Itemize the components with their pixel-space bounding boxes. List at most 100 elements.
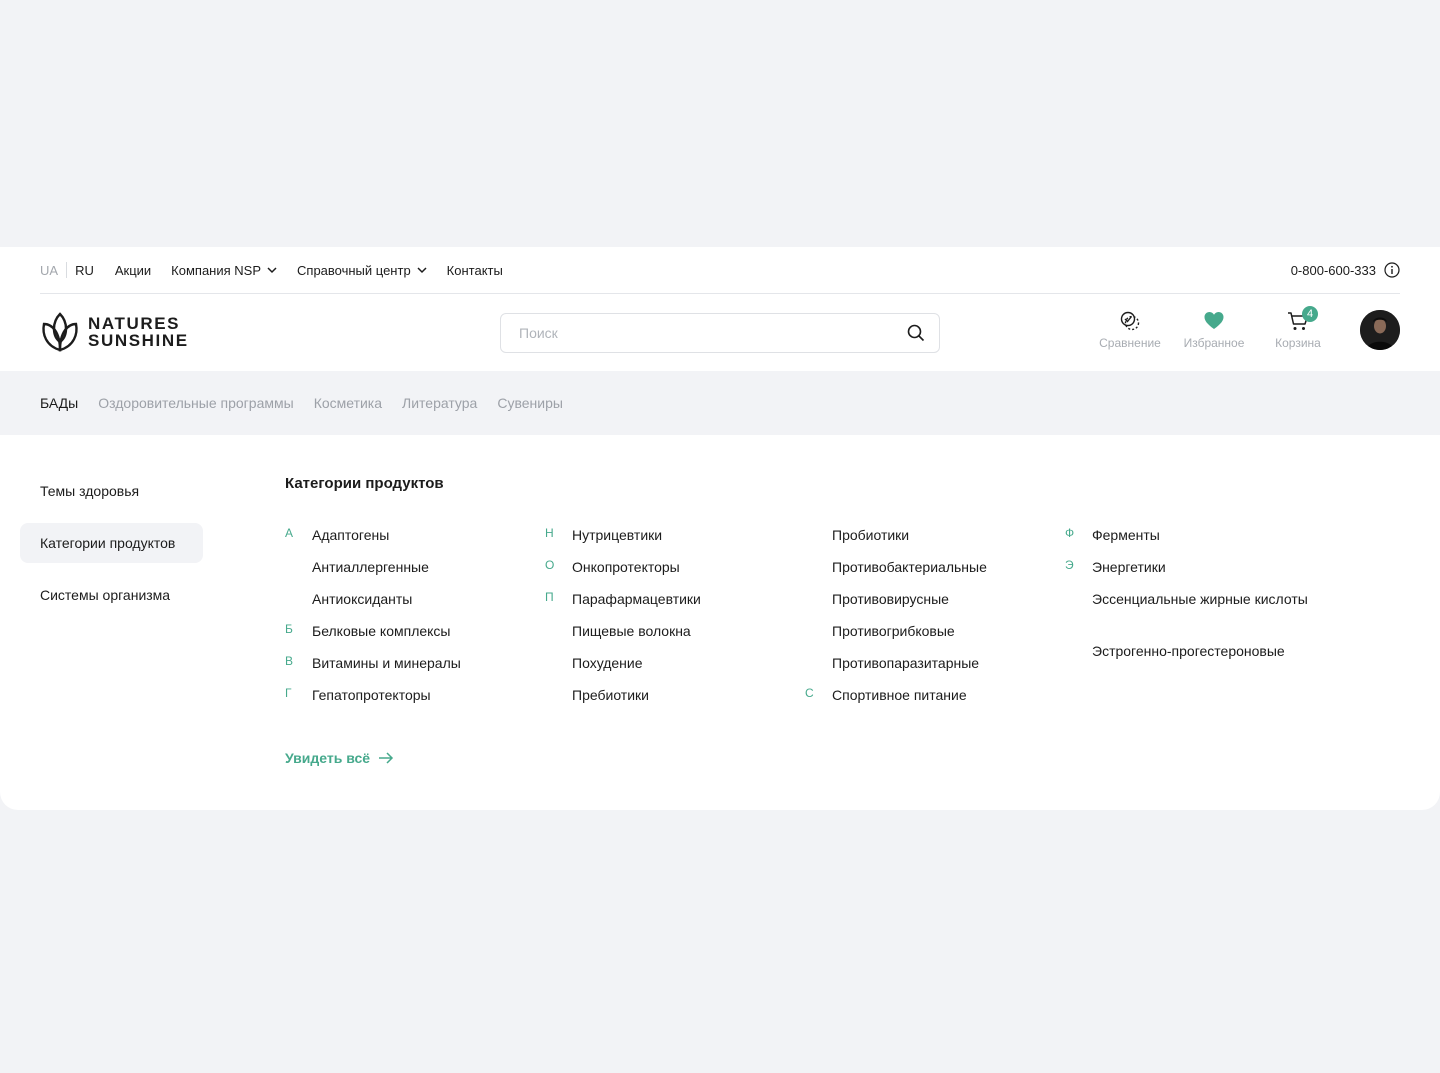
category-link[interactable]: Белковые комплексы xyxy=(312,623,451,639)
phone-block: 0-800-600-333 xyxy=(1291,262,1400,278)
tab-supplements[interactable]: БАДы xyxy=(40,395,78,411)
category-link[interactable]: Адаптогены xyxy=(312,527,389,543)
info-icon[interactable] xyxy=(1384,262,1400,278)
category-item[interactable]: Антиоксиданты xyxy=(312,589,552,621)
see-all-link[interactable]: Увидеть всё xyxy=(285,750,394,766)
category-column-2: Н Нутрицевтики О Онкопротекторы П Парафарма… xyxy=(545,525,812,717)
compare-button[interactable]: Сравнение xyxy=(1088,310,1172,350)
logo-line-1: NATURES xyxy=(88,314,181,333)
see-all-label: Увидеть всё xyxy=(285,750,371,766)
category-item[interactable]: Противогрибковые xyxy=(832,621,1072,653)
lang-ua[interactable]: UA xyxy=(40,263,58,278)
search-icon[interactable] xyxy=(907,324,925,342)
category-column-1: А Адаптогены Антиаллергенные Антиоксидант… xyxy=(285,525,552,717)
category-item[interactable]: Противовирусные xyxy=(832,589,1072,621)
cart-button[interactable]: 4 Корзина xyxy=(1256,306,1340,350)
link-promotions-label: Акции xyxy=(114,262,152,278)
category-link[interactable]: Антиоксиданты xyxy=(312,591,412,607)
category-link[interactable]: Эстрогенно-прогестероновые xyxy=(1092,643,1285,659)
submenu-sidebar: Темы здоровья Категории продуктов Систем… xyxy=(20,471,203,627)
tab-literature[interactable]: Литература xyxy=(402,395,477,411)
category-link[interactable]: Противобактериальные xyxy=(832,559,987,575)
arrow-right-icon xyxy=(379,752,394,764)
category-column-4: Ф Ферменты Э Энергетики Эссенциальные жирн… xyxy=(1065,525,1312,673)
category-link[interactable]: Противовирусные xyxy=(832,591,949,607)
favorites-label: Избранное xyxy=(1183,336,1245,350)
link-contacts[interactable]: Контакты xyxy=(447,263,503,278)
category-link[interactable]: Противопаразитарные xyxy=(832,655,979,671)
sidebar-item-product-categories[interactable]: Категории продуктов xyxy=(20,523,203,563)
category-link[interactable]: Пребиотики xyxy=(572,687,649,703)
tab-cosmetics[interactable]: Косметика xyxy=(314,395,382,411)
main-header: NATURES SUNSHINE Сравнение xyxy=(40,294,1400,371)
category-item[interactable]: В Витамины и минералы xyxy=(285,653,552,685)
category-item[interactable]: Ф Ферменты xyxy=(1065,525,1312,557)
avatar[interactable] xyxy=(1360,310,1400,350)
category-item[interactable]: Э Энергетики xyxy=(1065,557,1312,589)
category-link[interactable]: Пищевые волокна xyxy=(572,623,691,639)
category-item[interactable]: Н Нутрицевтики xyxy=(545,525,812,557)
category-item[interactable]: Б Белковые комплексы xyxy=(285,621,552,653)
category-item[interactable]: Пищевые волокна xyxy=(572,621,812,653)
link-help-center[interactable]: Справочный центр xyxy=(297,263,427,278)
category-item[interactable]: О Онкопротекторы xyxy=(545,557,812,589)
index-letter: Б xyxy=(285,622,293,636)
user-photo xyxy=(1360,310,1400,350)
category-link[interactable]: Пробиотики xyxy=(832,527,909,543)
category-item[interactable]: Похудение xyxy=(572,653,812,685)
category-item[interactable]: П Парафармацевтики xyxy=(545,589,812,621)
link-company-nsp-label: Компания NSP xyxy=(171,262,262,278)
category-item[interactable]: Пробиотики xyxy=(832,525,1072,557)
compare-label: Сравнение xyxy=(1099,336,1161,350)
category-link[interactable]: Энергетики xyxy=(1092,559,1166,575)
category-nav: БАДы Оздоровительные программы Косметика… xyxy=(0,371,1440,435)
sidebar-item-body-systems[interactable]: Системы организма xyxy=(20,575,203,615)
index-letter: Г xyxy=(285,686,292,700)
category-item[interactable]: Антиаллергенные xyxy=(312,557,552,589)
compare-icon xyxy=(1120,311,1140,331)
link-promotions[interactable]: Акции xyxy=(115,263,151,278)
category-item[interactable]: Противопаразитарные xyxy=(832,653,1072,685)
category-link[interactable]: Антиаллергенные xyxy=(312,559,429,575)
category-item[interactable]: С Спортивное питание xyxy=(805,685,1072,717)
sidebar-item-health-topics[interactable]: Темы здоровья xyxy=(20,471,203,511)
link-company-nsp[interactable]: Компания NSP xyxy=(171,263,277,278)
category-link[interactable]: Похудение xyxy=(572,655,643,671)
phone-number[interactable]: 0-800-600-333 xyxy=(1291,263,1376,278)
favorites-button[interactable]: Избранное xyxy=(1172,310,1256,350)
category-item[interactable]: Противобактериальные xyxy=(832,557,1072,589)
category-link[interactable]: Ферменты xyxy=(1092,527,1160,543)
lang-ru[interactable]: RU xyxy=(75,263,94,278)
category-link[interactable]: Гепатопротекторы xyxy=(312,687,431,703)
category-item[interactable]: Эстрогенно-прогестероновые xyxy=(1092,641,1312,673)
category-link[interactable]: Витамины и минералы xyxy=(312,655,461,671)
lang-divider xyxy=(66,262,68,278)
category-item[interactable]: Пребиотики xyxy=(572,685,812,717)
index-letter: Э xyxy=(1065,558,1074,572)
logo-leaf-icon xyxy=(42,312,78,352)
category-item[interactable]: А Адаптогены xyxy=(285,525,552,557)
tab-souvenirs[interactable]: Сувениры xyxy=(497,395,563,411)
index-letter: Н xyxy=(545,526,554,540)
header-actions: Сравнение Избранное 4 Корзина xyxy=(1088,306,1340,350)
index-letter: П xyxy=(545,590,554,604)
index-letter: С xyxy=(805,686,814,700)
logo-line-2: SUNSHINE xyxy=(88,331,189,350)
cart-label: Корзина xyxy=(1275,336,1321,350)
category-link[interactable]: Нутрицевтики xyxy=(572,527,662,543)
mega-menu-panel: UA RU Акции Компания NSP Справочный цент… xyxy=(0,247,1440,810)
search-input[interactable] xyxy=(517,314,887,352)
category-item[interactable]: Эссенциальные жирные кислоты xyxy=(1092,589,1312,641)
cart-count-badge: 4 xyxy=(1302,306,1318,322)
category-link[interactable]: Спортивное питание xyxy=(832,687,967,703)
logo[interactable]: NATURES SUNSHINE xyxy=(40,312,189,352)
link-help-center-label: Справочный центр xyxy=(297,262,411,278)
category-link[interactable]: Эссенциальные жирные кислоты xyxy=(1092,591,1308,607)
tab-health-programs[interactable]: Оздоровительные программы xyxy=(98,395,293,411)
index-letter: О xyxy=(545,558,555,572)
category-link[interactable]: Парафармацевтики xyxy=(572,591,701,607)
section-title: Категории продуктов xyxy=(285,475,444,492)
category-item[interactable]: Г Гепатопротекторы xyxy=(285,685,552,717)
category-link[interactable]: Противогрибковые xyxy=(832,623,955,639)
category-link[interactable]: Онкопротекторы xyxy=(572,559,680,575)
